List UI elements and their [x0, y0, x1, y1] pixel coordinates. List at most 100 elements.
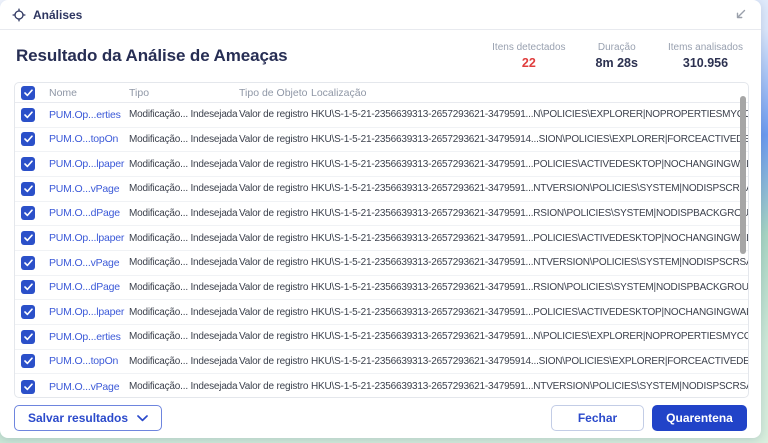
stat-value-duration: 8m 28s [595, 56, 638, 70]
stat-duration: Duração 8m 28s [596, 42, 638, 70]
table-row[interactable]: PUM.O...vPage Modificação... Indesejada … [15, 251, 748, 276]
object-type: Valor de registro [239, 232, 309, 244]
threat-location: HKU\S-1-5-21-2356639313-2657293621-34795… [311, 109, 748, 121]
threat-location: HKU\S-1-5-21-2356639313-2657293621-34795… [311, 133, 748, 145]
threat-name-link[interactable]: PUM.Op...erties [49, 331, 129, 343]
threat-type: Modificação... Indesejada [129, 183, 238, 195]
check-icon [23, 333, 33, 341]
select-all-checkbox[interactable] [21, 85, 35, 100]
close-button[interactable]: Fechar [551, 405, 644, 431]
threats-table: Nome Tipo Tipo de Objeto Localização PUM… [14, 82, 749, 398]
desktop-background: { "window": { "app_label": "Análises", "… [0, 0, 768, 443]
threat-name-link[interactable]: PUM.O...topOn [49, 133, 129, 145]
save-results-button[interactable]: Salvar resultados [14, 405, 163, 431]
stat-items-detected: Itens detectados 22 [492, 42, 565, 70]
row-checkbox[interactable] [21, 107, 35, 122]
threat-name-link[interactable]: PUM.Op...lpaper [49, 232, 129, 244]
row-checkbox[interactable] [21, 255, 35, 270]
row-checkbox[interactable] [21, 280, 35, 295]
column-header-nome[interactable]: Nome [49, 87, 129, 99]
object-type: Valor de registro [239, 306, 309, 318]
quarantine-button[interactable]: Quarentena [652, 405, 747, 431]
check-icon [23, 209, 33, 217]
threat-name-link[interactable]: PUM.Op...lpaper [49, 306, 129, 318]
object-type: Valor de registro [239, 381, 309, 393]
table-row[interactable]: PUM.O...dPage Modificação... Indesejada … [15, 202, 748, 227]
threat-type: Modificação... Indesejada [129, 281, 238, 293]
scrollbar-thumb[interactable] [740, 96, 746, 254]
threat-name-link[interactable]: PUM.O...dPage [49, 281, 129, 293]
row-checkbox[interactable] [21, 181, 35, 196]
threat-location: HKU\S-1-5-21-2356639313-2657293621-34795… [311, 207, 748, 219]
row-checkbox[interactable] [21, 305, 35, 320]
check-icon [23, 160, 33, 168]
threat-name-link[interactable]: PUM.O...vPage [49, 381, 129, 393]
threat-name-link[interactable]: PUM.O...vPage [49, 257, 129, 269]
threat-type: Modificação... Indesejada [129, 158, 238, 170]
check-icon [23, 259, 33, 267]
table-row[interactable]: PUM.Op...lpaper Modificação... Indesejad… [15, 300, 748, 325]
column-header-tipo[interactable]: Tipo [129, 87, 239, 99]
check-icon [23, 135, 33, 143]
object-type: Valor de registro [239, 331, 309, 343]
app-title: Análises [33, 7, 83, 22]
check-icon [23, 185, 33, 193]
threat-location: HKU\S-1-5-21-2356639313-2657293621-34795… [311, 257, 748, 269]
threat-type: Modificação... Indesejada [129, 232, 238, 244]
threat-location: HKU\S-1-5-21-2356639313-2657293621-34795… [311, 355, 748, 367]
threat-type: Modificação... Indesejada [129, 381, 238, 393]
threat-type: Modificação... Indesejada [129, 306, 238, 318]
threat-name-link[interactable]: PUM.Op...erties [49, 109, 129, 121]
stat-items-scanned: Items analisados 310.956 [668, 42, 743, 70]
threat-type: Modificação... Indesejada [129, 133, 238, 145]
threat-location: HKU\S-1-5-21-2356639313-2657293621-34795… [311, 232, 748, 244]
check-icon [23, 382, 33, 391]
row-checkbox[interactable] [21, 206, 35, 221]
threat-name-link[interactable]: PUM.O...dPage [49, 207, 129, 219]
result-header: Resultado da Análise de Ameaças Itens de… [0, 30, 761, 82]
object-type: Valor de registro [239, 109, 309, 121]
object-type: Valor de registro [239, 183, 309, 195]
stat-label: Itens detectados [492, 42, 566, 53]
check-icon [23, 308, 33, 316]
object-type: Valor de registro [239, 158, 309, 170]
scan-stats: Itens detectados 22 Duração 8m 28s Items… [492, 42, 743, 70]
table-row[interactable]: PUM.Op...lpaper Modificação... Indesejad… [15, 152, 748, 177]
table-body: PUM.Op...erties Modificação... Indesejad… [15, 103, 748, 397]
table-row[interactable]: PUM.O...topOn Modificação... Indesejada … [15, 128, 748, 153]
row-checkbox[interactable] [21, 354, 35, 369]
threat-type: Modificação... Indesejada [129, 257, 238, 269]
chevron-down-icon [137, 414, 148, 422]
table-row[interactable]: PUM.O...topOn Modificação... Indesejada … [15, 350, 748, 375]
table-row[interactable]: PUM.Op...lpaper Modificação... Indesejad… [15, 226, 748, 251]
table-row[interactable]: PUM.O...vPage Modificação... Indesejada … [15, 374, 748, 397]
object-type: Valor de registro [239, 207, 309, 219]
threat-name-link[interactable]: PUM.Op...lpaper [49, 158, 129, 170]
threat-name-link[interactable]: PUM.O...topOn [49, 355, 129, 367]
row-checkbox[interactable] [21, 329, 35, 344]
row-checkbox[interactable] [21, 379, 35, 394]
check-icon [23, 283, 33, 291]
column-header-tipo-objeto[interactable]: Tipo de Objeto [239, 87, 311, 99]
collapse-window-button[interactable] [731, 6, 749, 24]
arrow-down-left-icon [734, 8, 747, 21]
table-row[interactable]: PUM.O...dPage Modificação... Indesejada … [15, 276, 748, 301]
table-header-row: Nome Tipo Tipo de Objeto Localização [15, 83, 748, 103]
check-icon [23, 357, 33, 365]
column-header-localizacao[interactable]: Localização [311, 87, 748, 99]
threat-type: Modificação... Indesejada [129, 355, 238, 367]
stat-label: Items analisados [667, 42, 743, 53]
table-row[interactable]: PUM.Op...erties Modificação... Indesejad… [15, 103, 748, 128]
table-row[interactable]: PUM.O...vPage Modificação... Indesejada … [15, 177, 748, 202]
page-title: Resultado da Análise de Ameaças [16, 46, 288, 65]
object-type: Valor de registro [239, 257, 309, 269]
table-row[interactable]: PUM.Op...erties Modificação... Indesejad… [15, 325, 748, 350]
table-scrollbar[interactable] [738, 83, 748, 397]
threat-location: HKU\S-1-5-21-2356639313-2657293621-34795… [311, 331, 748, 343]
row-checkbox[interactable] [21, 132, 35, 147]
threat-name-link[interactable]: PUM.O...vPage [49, 183, 129, 195]
threat-location: HKU\S-1-5-21-2356639313-2657293621-34795… [311, 381, 748, 393]
row-checkbox[interactable] [21, 231, 35, 246]
threat-type: Modificação... Indesejada [129, 331, 238, 343]
row-checkbox[interactable] [21, 157, 35, 172]
